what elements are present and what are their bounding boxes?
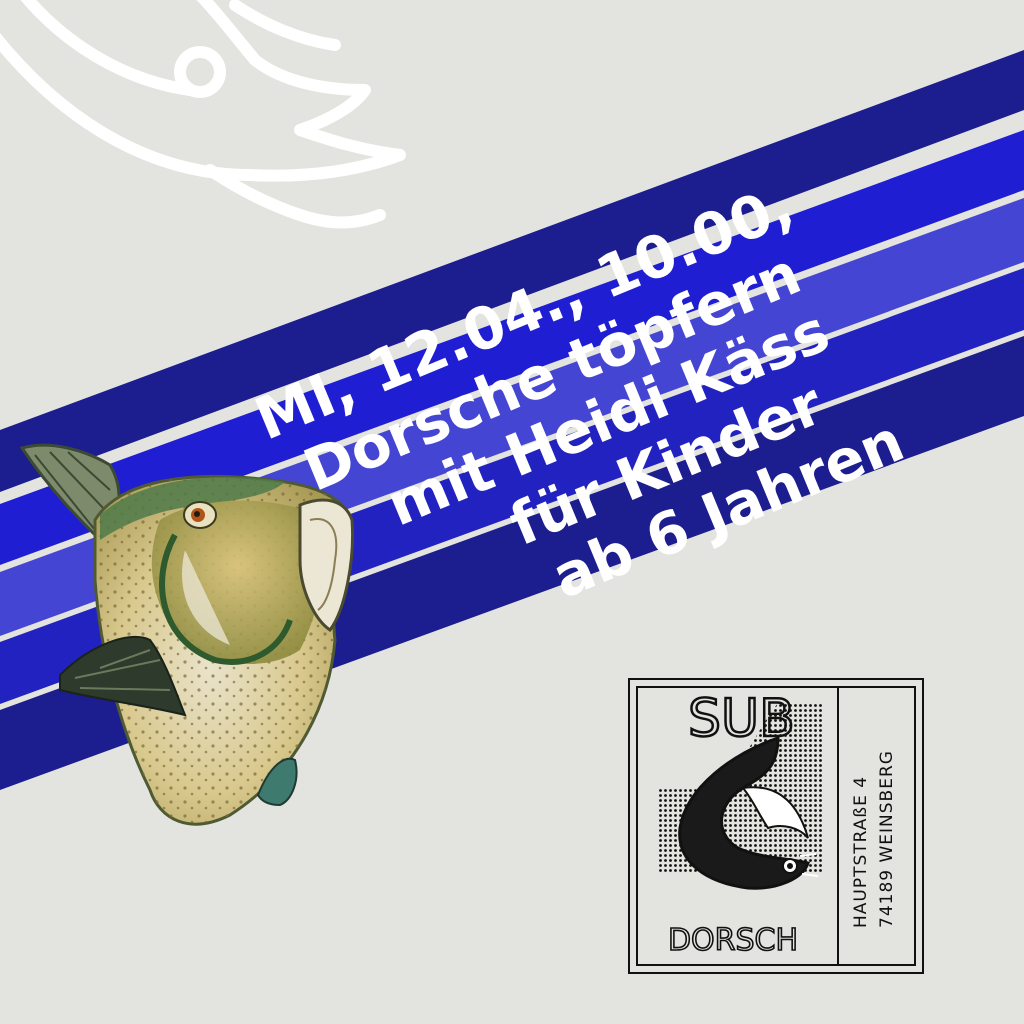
logo-bottom-word: DORSCH	[668, 923, 798, 958]
poster: MI, 12.04., 10.00, Dorsche töpfern mit H…	[0, 0, 1024, 1024]
address-street: HAUPTSTRAßE 4	[851, 776, 871, 928]
sub-dorsch-logo: SUB DORSCH HAUPTSTRAßE 4 74189 WEINSBERG	[628, 678, 924, 974]
address-city: 74189 WEINSBERG	[877, 750, 897, 928]
logo-top-word: SUB	[688, 689, 795, 749]
